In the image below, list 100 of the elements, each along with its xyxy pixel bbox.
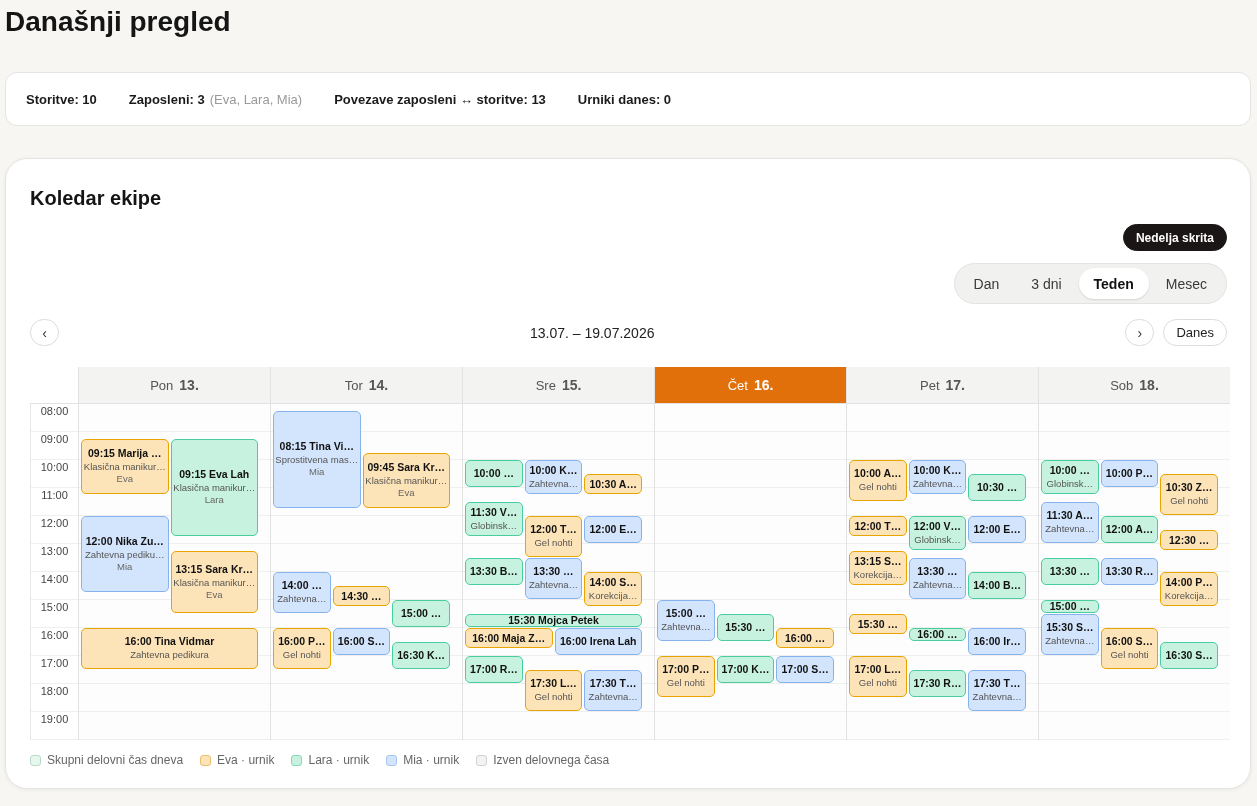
calendar-event[interactable]: 15:00 …: [1041, 600, 1099, 613]
calendar-event[interactable]: 12:00 T… Gel nohti: [524, 516, 583, 557]
calendar-event[interactable]: 16:00 Tina Vidmar Zahtevna pedikura: [81, 628, 258, 669]
event-title: 14:00 B…: [973, 580, 1022, 591]
time-label: 15:00: [40, 601, 69, 614]
calendar-event[interactable]: 17:00 R…: [465, 656, 523, 683]
calendar-event[interactable]: 09:45 Sara Kr… Klasična manikur… Eva: [362, 453, 450, 508]
calendar-event[interactable]: 17:00 K…: [716, 656, 775, 683]
calendar-event[interactable]: 12:00 T…: [849, 516, 907, 536]
calendar-event[interactable]: 17:30 T… Zahtevna…: [584, 670, 642, 711]
event-title: 13:30 …: [917, 566, 958, 577]
view-tab[interactable]: 3 dni: [1016, 268, 1077, 299]
event-service: Zahtevna…: [661, 621, 711, 633]
calendar-event[interactable]: 16:00 Irena Lah: [554, 628, 642, 655]
calendar-event[interactable]: 13:30 R…: [1100, 558, 1159, 585]
calendar-event[interactable]: 15:00 … Zahtevna…: [657, 600, 715, 641]
calendar-event[interactable]: 10:00 … Globinsk…: [1041, 460, 1099, 494]
calendar-event[interactable]: 10:30 Z… Gel nohti: [1160, 474, 1218, 515]
calendar-event[interactable]: 10:30 …: [968, 474, 1026, 501]
time-label: 13:00: [40, 545, 69, 558]
event-title: 15:00 …: [665, 608, 706, 619]
calendar-event[interactable]: 16:00 S…: [332, 628, 391, 655]
calendar-event[interactable]: 16:00 …: [776, 628, 834, 648]
calendar-event[interactable]: 12:00 V… Globinsk…: [908, 516, 967, 550]
calendar-event[interactable]: 14:00 S… Korekcija…: [584, 572, 642, 606]
calendar-event[interactable]: 15:30 Mojca Petek: [465, 614, 642, 627]
calendar-event[interactable]: 10:00 A… Gel nohti: [849, 460, 907, 501]
calendar-event[interactable]: 16:30 S…: [1160, 642, 1218, 669]
event-title: 10:00 K…: [913, 464, 962, 476]
calendar-event[interactable]: 16:00 S… Gel nohti: [1100, 628, 1159, 669]
event-title: 09:15 Eva Lah: [179, 469, 250, 480]
calendar-event[interactable]: 11:30 A… Zahtevna…: [1041, 502, 1099, 543]
event-title: 16:00 P…: [278, 636, 326, 647]
calendar-event[interactable]: 13:30 … Zahtevna…: [908, 558, 967, 599]
calendar-event[interactable]: 14:00 B…: [968, 572, 1026, 599]
calendar-event[interactable]: 14:00 P… Korekcija…: [1160, 572, 1218, 606]
legend-label: Skupni delovni čas dneva: [47, 753, 184, 767]
calendar-event[interactable]: 17:00 L… Gel nohti: [849, 656, 907, 697]
calendar-event[interactable]: 16:00 Ir…: [968, 628, 1026, 655]
legend-label: Lara · urnik: [308, 753, 370, 767]
calendar-event[interactable]: 17:30 T… Zahtevna…: [968, 670, 1026, 711]
sunday-toggle-button[interactable]: Nedelja skrita: [1122, 224, 1227, 251]
event-title: 14:00 S…: [589, 576, 637, 588]
event-service: Zahtevna…: [588, 691, 638, 703]
calendar-event[interactable]: 13:30 B…: [465, 558, 523, 585]
calendar-event[interactable]: 15:30 …: [716, 614, 775, 641]
view-tab[interactable]: Mesec: [1150, 268, 1222, 299]
calendar-event[interactable]: 09:15 Eva Lah Klasična manikur… Lara: [170, 439, 258, 536]
event-staff: Mia: [309, 466, 325, 478]
calendar-event[interactable]: 12:00 E…: [584, 516, 642, 543]
event-title: 12:00 Nika Zu…: [85, 535, 164, 547]
calendar-event[interactable]: 13:15 Sara Kr… Klasična manikur… Eva: [170, 551, 258, 613]
calendar-event[interactable]: 13:30 … Zahtevna…: [524, 558, 583, 599]
calendar-event[interactable]: 15:30 S… Zahtevna…: [1041, 614, 1099, 655]
calendar-event[interactable]: 17:00 P… Gel nohti: [657, 656, 715, 697]
calendar-event[interactable]: 10:00 K… Zahtevna…: [908, 460, 967, 494]
calendar-event[interactable]: 14:00 … Zahtevna…: [273, 572, 331, 613]
calendar-event[interactable]: 09:15 Marija … Klasična manikur… Eva: [81, 439, 169, 494]
time-label: 12:00: [40, 517, 69, 530]
event-title: 13:30 R…: [1105, 566, 1154, 577]
calendar-event[interactable]: 10:00 P…: [1100, 460, 1159, 487]
calendar-event[interactable]: 15:00 …: [392, 600, 450, 627]
today-button[interactable]: Danes: [1163, 319, 1227, 346]
calendar-event[interactable]: 17:00 S…: [776, 656, 834, 683]
time-label: 09:00: [40, 433, 69, 446]
calendar-event[interactable]: 10:00 K… Zahtevna…: [524, 460, 583, 494]
event-title: 16:30 K…: [397, 650, 446, 661]
day-name: Sob: [1110, 377, 1134, 393]
calendar-event[interactable]: 11:30 V… Globinsk…: [465, 502, 523, 536]
calendar-event[interactable]: 13:15 S… Korekcija…: [849, 551, 907, 585]
calendar-event[interactable]: 12:00 E…: [968, 516, 1026, 543]
day-name: Tor: [344, 377, 363, 393]
next-button[interactable]: ›: [1125, 319, 1155, 346]
event-title: 17:00 K…: [721, 664, 770, 675]
calendar-event[interactable]: 15:30 …: [849, 614, 907, 634]
event-service: Globinsk…: [1046, 477, 1094, 490]
calendar-event[interactable]: 16:00 …: [908, 628, 967, 641]
calendar-event[interactable]: 16:00 P… Gel nohti: [273, 628, 331, 669]
calendar-event[interactable]: 12:00 A…: [1100, 516, 1159, 543]
calendar-event[interactable]: 10:00 …: [465, 460, 523, 487]
calendar-event[interactable]: 17:30 R…: [908, 670, 967, 697]
calendar-event[interactable]: 12:30 …: [1160, 530, 1218, 550]
event-service: Klasična manikur…: [173, 482, 256, 494]
calendar-event[interactable]: 16:00 Maja Z…: [465, 628, 553, 648]
event-service: Zahtevna…: [528, 579, 579, 591]
calendar-event[interactable]: 14:30 …: [332, 586, 391, 606]
calendar-event[interactable]: 16:30 K…: [392, 642, 450, 669]
calendar-event[interactable]: 08:15 Tina Vi… Sprostitvena mas… Mia: [273, 411, 361, 508]
previous-button[interactable]: ‹: [30, 319, 59, 346]
calendar-event[interactable]: 17:30 L… Gel nohti: [524, 670, 583, 711]
time-label: 16:00: [40, 629, 69, 642]
day-date: 15.: [561, 377, 582, 393]
event-service: Gel nohti: [282, 649, 321, 661]
event-title: 13:30 B…: [469, 566, 518, 577]
calendar-event[interactable]: 12:00 Nika Zu… Zahtevna pediku… Mia: [81, 516, 169, 592]
calendar-event[interactable]: 13:30 …: [1041, 558, 1099, 585]
view-tab[interactable]: Teden: [1078, 268, 1149, 299]
event-title: 15:30 Mojca Petek: [508, 615, 599, 626]
view-tab[interactable]: Dan: [958, 268, 1015, 299]
calendar-event[interactable]: 10:30 A…: [584, 474, 642, 494]
